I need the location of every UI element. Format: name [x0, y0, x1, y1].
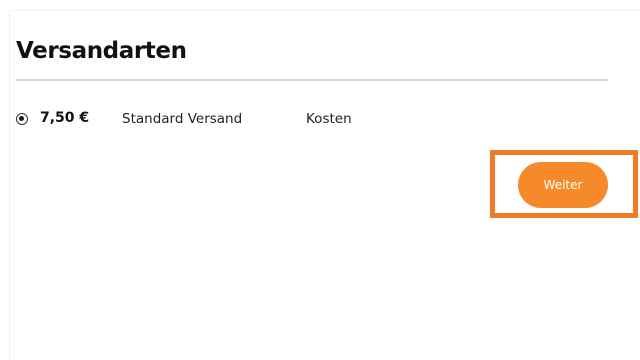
section-divider — [16, 79, 608, 81]
shipping-option-price: 7,50 € — [40, 110, 90, 126]
shipping-option-name: Standard Versand — [122, 111, 243, 127]
left-border — [9, 10, 10, 360]
continue-button[interactable]: Weiter — [518, 162, 608, 208]
shipping-option-radio[interactable] — [16, 113, 28, 125]
section-title: Versandarten — [16, 38, 187, 64]
shipping-option-costs-label: Kosten — [306, 111, 352, 127]
shipping-methods-page: Versandarten 7,50 € Standard Versand Kos… — [0, 0, 640, 360]
shipping-option-row[interactable]: 7,50 € Standard Versand Kosten — [16, 110, 436, 132]
top-strip — [10, 0, 640, 11]
